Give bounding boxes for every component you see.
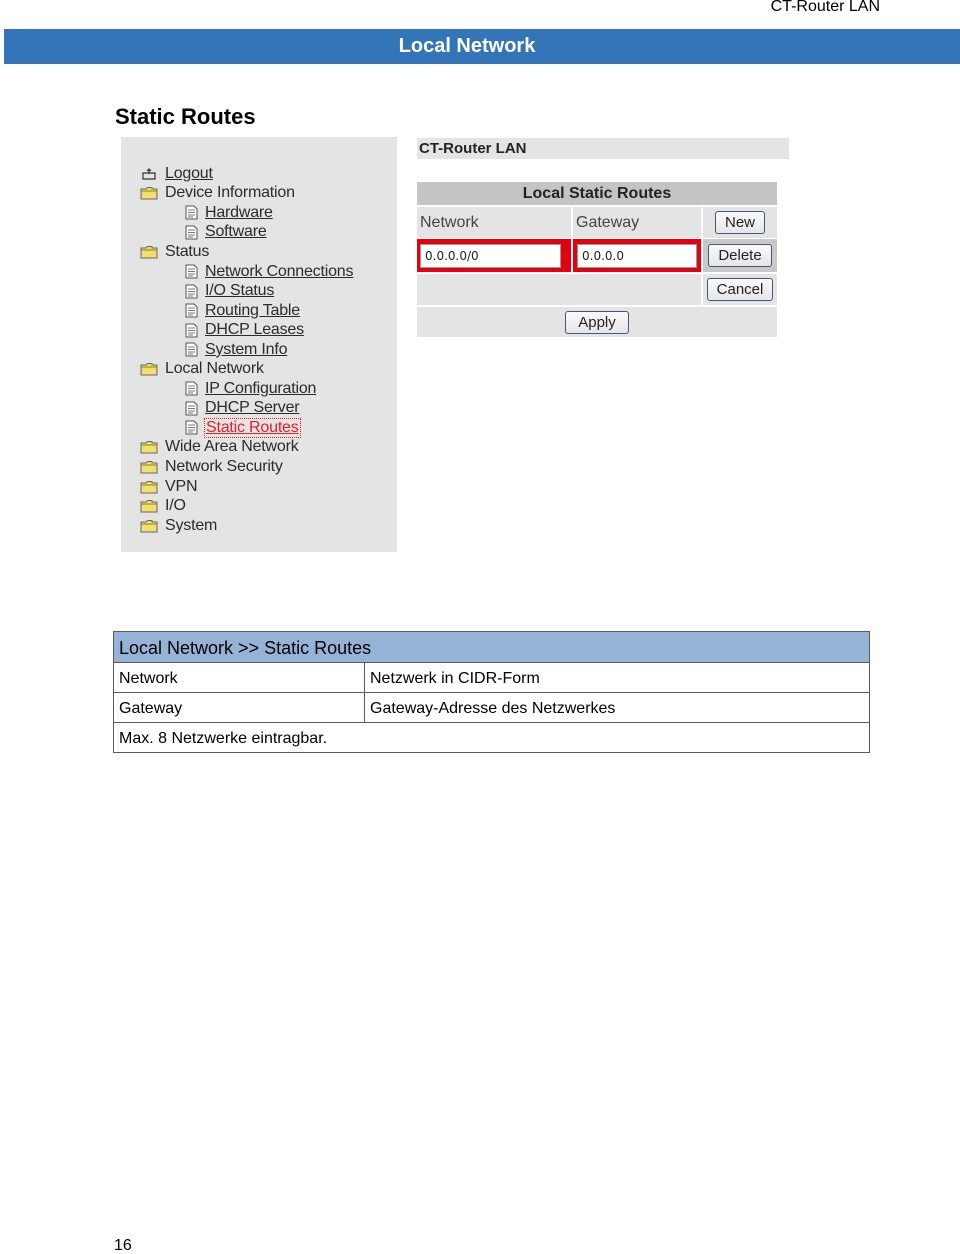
page-icon <box>183 283 199 299</box>
gateway-column-header: Gateway <box>571 205 701 238</box>
empty-cell <box>417 272 701 305</box>
logout-icon <box>139 166 159 182</box>
folder-icon <box>139 185 159 201</box>
nav-item-label[interactable]: Static Routes <box>204 417 301 438</box>
nav-item-label: Wide Area Network <box>165 438 299 456</box>
nav-item-dhcp-server[interactable]: DHCP Server <box>139 399 353 419</box>
static-routes-table: Local Static Routes Network Gateway New … <box>417 182 777 337</box>
nav-item-label: Device Information <box>165 184 295 202</box>
nav-item-i-o-status[interactable]: I/O Status <box>139 281 353 301</box>
nav-item-label[interactable]: Hardware <box>205 204 273 222</box>
new-button[interactable]: New <box>714 211 765 234</box>
note: Max. 8 Netzwerke eintragbar. <box>113 722 870 753</box>
table-row: Gateway Gateway-Adresse des Netzwerkes <box>113 692 870 723</box>
table-row: Max. 8 Netzwerke eintragbar. <box>113 722 870 753</box>
nav-item-label: Status <box>165 242 210 260</box>
nav-item-i-o[interactable]: I/O <box>139 496 353 516</box>
nav-item-wide-area-network[interactable]: Wide Area Network <box>139 438 353 458</box>
nav-item-ip-configuration[interactable]: IP Configuration <box>139 379 353 399</box>
new-button-cell: New <box>701 205 777 238</box>
network-input[interactable] <box>420 243 561 268</box>
nav-item-logout[interactable]: Logout <box>139 164 353 184</box>
running-header: CT-Router LAN <box>770 0 880 15</box>
page-title: Static Routes <box>115 104 256 129</box>
gateway-field-highlight <box>571 238 701 272</box>
nav-item-label: Local Network <box>165 360 264 378</box>
nav-item-status[interactable]: Status <box>139 242 353 262</box>
nav-item-routing-table[interactable]: Routing Table <box>139 301 353 321</box>
cancel-button-cell: Cancel <box>701 272 777 305</box>
section-title: Local Network <box>398 35 536 57</box>
nav-item-software[interactable]: Software <box>139 223 353 243</box>
nav-item-label: Network Security <box>165 457 283 475</box>
network-column-header: Network <box>417 205 571 238</box>
app-title: CT-Router LAN <box>419 140 527 157</box>
page-icon <box>183 342 199 358</box>
nav-item-system[interactable]: System <box>139 516 353 536</box>
page-icon <box>183 400 199 416</box>
folder-icon <box>139 498 159 514</box>
navigation-panel: Logout Device Information Hardware Software… <box>121 137 397 552</box>
nav-item-system-info[interactable]: System Info <box>139 340 353 360</box>
nav-item-dhcp-leases[interactable]: DHCP Leases <box>139 320 353 340</box>
apply-button[interactable]: Apply <box>565 310 629 334</box>
nav-item-label[interactable]: IP Configuration <box>205 380 316 398</box>
static-routes-title: Local Static Routes <box>417 182 777 205</box>
folder-icon <box>139 479 159 495</box>
folder-icon <box>139 518 159 534</box>
table-row: Network Netzwerk in CIDR-Form <box>113 662 870 693</box>
section-title-bar: Local Network <box>4 29 960 64</box>
navigation-tree: Logout Device Information Hardware Software… <box>139 164 353 535</box>
nav-item-hardware[interactable]: Hardware <box>139 203 353 223</box>
cancel-button[interactable]: Cancel <box>706 278 774 301</box>
folder-icon <box>139 244 159 260</box>
page-icon <box>183 322 199 338</box>
apply-row: Apply <box>417 305 777 337</box>
page-icon <box>183 224 199 240</box>
page-icon <box>183 381 199 397</box>
definition-gateway: Gateway-Adresse des Netzwerkes <box>364 692 870 723</box>
folder-icon <box>139 439 159 455</box>
nav-item-local-network[interactable]: Local Network <box>139 359 353 379</box>
term-network: Network <box>113 662 365 693</box>
nav-item-network-connections[interactable]: Network Connections <box>139 262 353 282</box>
gateway-input[interactable] <box>577 243 697 268</box>
nav-item-label[interactable]: DHCP Server <box>205 399 300 417</box>
nav-item-label[interactable]: Routing Table <box>205 302 300 320</box>
network-field-highlight <box>417 238 571 272</box>
nav-item-device-information[interactable]: Device Information <box>139 184 353 204</box>
folder-icon <box>139 361 159 377</box>
nav-item-network-security[interactable]: Network Security <box>139 457 353 477</box>
page-icon <box>183 205 199 221</box>
page-icon <box>183 264 199 280</box>
page-icon <box>183 303 199 319</box>
page-icon <box>183 420 199 436</box>
nav-item-static-routes[interactable]: Static Routes <box>139 417 353 438</box>
nav-item-label[interactable]: System Info <box>205 341 287 359</box>
nav-item-label: VPN <box>165 477 198 495</box>
app-title-bar: CT-Router LAN <box>417 138 789 159</box>
delete-button-cell: Delete <box>701 238 777 272</box>
nav-item-label[interactable]: Software <box>205 223 267 241</box>
nav-item-label[interactable]: Network Connections <box>205 263 353 281</box>
description-header: Local Network >> Static Routes <box>113 631 870 663</box>
folder-icon <box>139 459 159 475</box>
definition-network: Netzwerk in CIDR-Form <box>364 662 870 693</box>
nav-item-label: System <box>165 516 218 534</box>
delete-button[interactable]: Delete <box>708 244 772 267</box>
nav-item-label[interactable]: I/O Status <box>205 282 274 300</box>
description-table: Local Network >> Static Routes Network N… <box>113 631 870 753</box>
nav-item-label[interactable]: DHCP Leases <box>205 321 304 339</box>
page-number: 16 <box>114 1237 132 1254</box>
term-gateway: Gateway <box>113 692 365 723</box>
nav-item-label: I/O <box>165 497 186 515</box>
nav-item-label[interactable]: Logout <box>165 165 213 183</box>
nav-item-vpn[interactable]: VPN <box>139 477 353 497</box>
